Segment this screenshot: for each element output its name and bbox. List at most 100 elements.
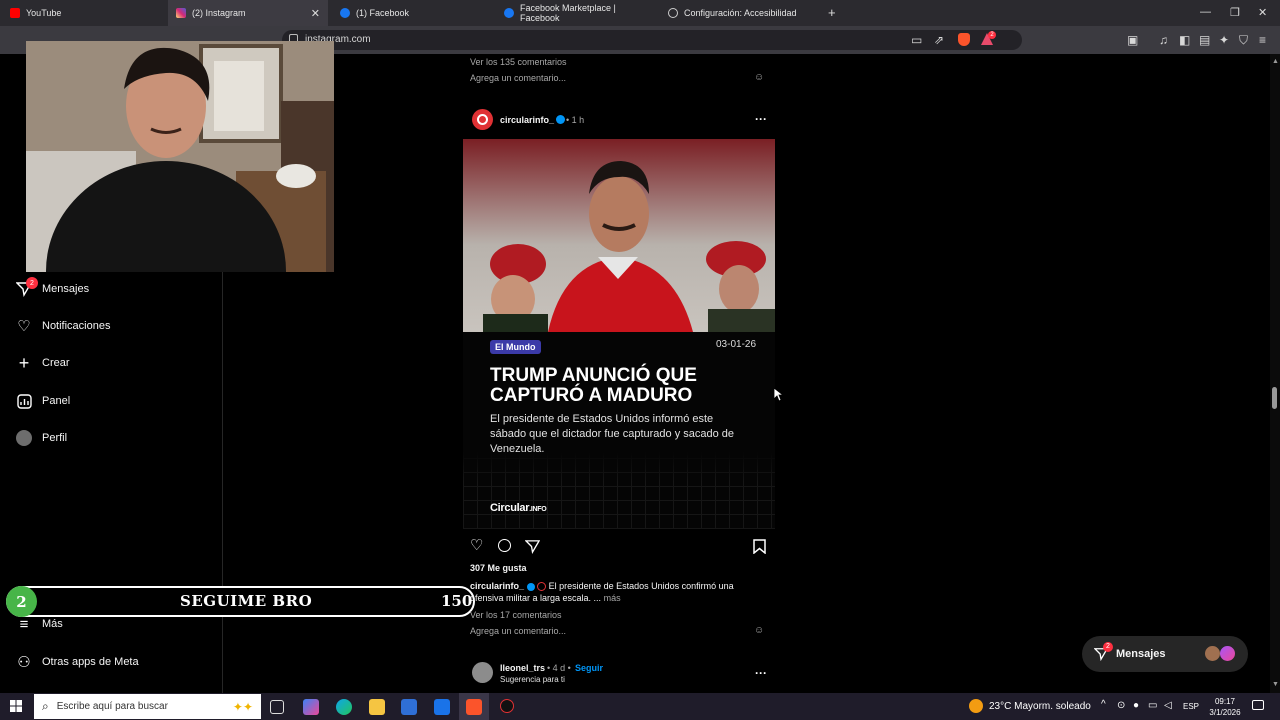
verified-icon (556, 115, 565, 124)
menu-icon[interactable]: ≡ (1259, 33, 1266, 47)
tab-youtube[interactable]: YouTube (2, 0, 168, 26)
volume-icon[interactable]: ◁ (1164, 700, 1172, 711)
notifications-icon[interactable] (1252, 700, 1264, 710)
add-comment-input[interactable]: Agrega un comentario... (470, 73, 566, 83)
youtube-icon (10, 8, 20, 18)
sidebar-item-notifications[interactable]: ♡ Notificaciones (16, 318, 110, 335)
tab-instagram[interactable]: (2) Instagram ✕ (168, 0, 328, 26)
view-comments-link[interactable]: Ver los 17 comentarios (470, 610, 562, 620)
tab-facebook[interactable]: (1) Facebook (332, 0, 496, 26)
meet-now-icon[interactable]: ⊙ (1117, 700, 1125, 711)
like-icon[interactable]: ♡ (470, 538, 483, 554)
next-post-username[interactable]: lleonel_trs (500, 663, 545, 673)
scrollbar[interactable] (1270, 54, 1280, 693)
sidebar-toggle-icon[interactable]: ▣ (1127, 33, 1138, 47)
close-window-icon[interactable]: ✕ (1258, 6, 1267, 19)
category-tag: El Mundo (490, 340, 541, 354)
file-explorer-icon[interactable] (369, 699, 385, 715)
share-post-icon[interactable] (524, 539, 541, 557)
post-image[interactable]: El Mundo 03-01-26 TRUMP ANUNCIÓ QUE CAPT… (463, 139, 775, 529)
tab-settings[interactable]: Configuración: Accesibilidad (660, 0, 824, 26)
search-placeholder: Escribe aquí para buscar (56, 701, 168, 712)
edge-icon[interactable] (336, 699, 352, 715)
avatar (1205, 646, 1220, 661)
emoji-icon[interactable]: ☺ (754, 72, 764, 83)
avatar-icon (16, 430, 32, 446)
brand-main: Circular (490, 502, 530, 514)
facebook-icon (504, 8, 514, 18)
more-options-icon[interactable]: ··· (755, 666, 767, 680)
emoji-icon[interactable]: ☺ (754, 625, 764, 636)
task-view-icon[interactable] (270, 700, 284, 714)
share-icon[interactable]: ⇗ (934, 33, 944, 47)
add-comment-input[interactable]: Agrega un comentario... (470, 626, 566, 636)
restore-icon[interactable]: ❐ (1230, 6, 1240, 19)
brave-icon[interactable] (466, 699, 482, 715)
wallet-icon[interactable]: ▤ (1199, 33, 1210, 47)
scroll-up-icon[interactable]: ▲ (1272, 58, 1279, 65)
new-tab-button[interactable]: + (828, 5, 836, 20)
tab-label: (2) Instagram (192, 8, 246, 18)
copilot-icon[interactable] (303, 699, 319, 715)
comment-icon[interactable] (498, 539, 511, 552)
news-brand: Circular.INFO (490, 502, 547, 514)
close-tab-icon[interactable]: ✕ (311, 7, 320, 20)
music-icon[interactable]: ♫ (1159, 33, 1168, 47)
messages-badge: 2 (26, 277, 38, 289)
clock-date: 3/1/2026 (1209, 708, 1241, 717)
network-icon[interactable]: ▭ (1148, 700, 1157, 711)
verified-icon (526, 582, 535, 591)
reading-list-icon[interactable]: ◧ (1179, 33, 1190, 47)
post-username[interactable]: circularinfo_ (500, 115, 554, 125)
view-comments-link[interactable]: Ver los 135 comentarios (470, 57, 567, 67)
sidebar-item-panel[interactable]: Panel (16, 393, 70, 409)
tab-marketplace[interactable]: Facebook Marketplace | Facebook (496, 0, 660, 26)
mouse-cursor-icon (773, 387, 785, 405)
next-post-time: • 4 d • (547, 663, 571, 673)
overlay-text: SEGUIME BRO (180, 592, 313, 610)
brave-shield-icon[interactable] (958, 33, 970, 46)
mail-icon[interactable] (434, 699, 450, 715)
scroll-down-icon[interactable]: ▼ (1272, 681, 1279, 688)
taskbar-search[interactable]: ⌕ Escribe aquí para buscar ✦✦ (34, 694, 261, 719)
sidebar-item-create[interactable]: + Crear (16, 353, 70, 373)
tray-chevron-icon[interactable]: ^ (1101, 699, 1106, 710)
post-avatar[interactable] (472, 109, 493, 130)
caption-username[interactable]: circularinfo_ (470, 581, 524, 591)
save-icon[interactable] (753, 539, 766, 557)
webcam-overlay (26, 41, 334, 272)
likes-count[interactable]: 307 Me gusta (470, 563, 527, 573)
vpn-icon[interactable]: ⛉ (1239, 33, 1248, 47)
follow-button[interactable]: Seguir (575, 663, 603, 673)
language-indicator[interactable]: ESP (1183, 702, 1199, 711)
next-post-avatar[interactable] (472, 662, 493, 683)
suggestion-label: Sugerencia para ti (500, 675, 565, 684)
clock[interactable]: 09:17 3/1/2026 (1208, 696, 1242, 718)
cast-icon[interactable]: ▭ (911, 33, 922, 47)
scrollbar-thumb[interactable] (1272, 387, 1277, 409)
sidebar-item-label: Más (42, 618, 63, 630)
sidebar-item-meta-apps[interactable]: ⚇ Otras apps de Meta (16, 654, 138, 671)
windows-start-icon[interactable] (10, 700, 22, 715)
minimize-icon[interactable]: — (1200, 6, 1211, 18)
sidebar-item-label: Mensajes (42, 283, 90, 295)
caption-more-link[interactable]: más (604, 593, 621, 603)
obs-icon[interactable] (500, 699, 514, 713)
brand-suffix: .INFO (529, 506, 547, 513)
news-headline: TRUMP ANUNCIÓ QUE CAPTURÓ A MADURO (490, 365, 697, 406)
post-time: • 1 h (566, 115, 585, 125)
news-subtext: El presidente de Estados Unidos informó … (490, 413, 735, 455)
leo-ai-icon[interactable]: ✦ (1219, 33, 1229, 47)
search-highlight-icon: ✦✦ (232, 699, 253, 714)
sidebar-item-messages[interactable]: 2 Mensajes (16, 277, 90, 297)
microphone-icon[interactable]: ● (1133, 700, 1139, 711)
more-options-icon[interactable]: ··· (755, 112, 767, 126)
clock-time: 09:17 (1214, 697, 1236, 706)
weather-text[interactable]: 23°C Mayorm. soleado (989, 701, 1091, 712)
tab-label: Configuración: Accesibilidad (684, 8, 797, 18)
sidebar-item-profile[interactable]: Perfil (16, 430, 67, 446)
circular-logo-icon (537, 582, 547, 592)
sidebar-item-more[interactable]: ≡ Más (16, 616, 63, 633)
facebook-icon (340, 8, 350, 18)
store-icon[interactable] (401, 699, 417, 715)
